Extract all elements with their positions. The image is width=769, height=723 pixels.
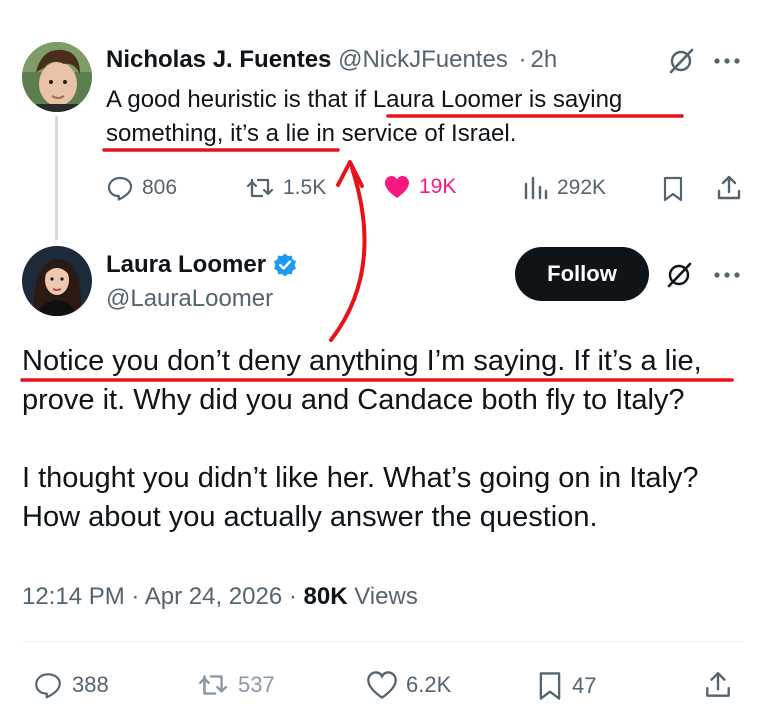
grok-icon-main[interactable]	[662, 258, 696, 292]
reply-handle[interactable]: @NickJFuentes	[338, 46, 508, 73]
main-like-count: 6.2K	[406, 672, 452, 697]
views-chart-icon	[524, 176, 548, 200]
follow-button[interactable]: Follow	[515, 247, 649, 301]
tweet-date[interactable]: Apr 24, 2026	[145, 583, 282, 610]
reply-action-views[interactable]: 292K	[523, 174, 606, 202]
repost-count: 1.5K	[283, 176, 327, 199]
reply-icon	[35, 673, 61, 699]
annotation-arrowhead	[336, 160, 364, 188]
main-action-bookmark[interactable]: 47	[536, 670, 596, 702]
share-icon	[717, 175, 741, 200]
meta-separator: ·	[131, 583, 140, 610]
reply-icon	[107, 176, 133, 201]
reply-action-repost[interactable]: 1.5K	[245, 174, 326, 202]
reply-tweet-header: Nicholas J. Fuentes @NickJFuentes · 2h	[106, 44, 557, 76]
verified-badge-icon	[274, 253, 297, 277]
heart-filled-icon	[385, 176, 409, 198]
main-repost-count: 537	[238, 672, 275, 697]
nick-fuentes-avatar[interactable]	[22, 42, 92, 112]
main-action-repost[interactable]: 537	[196, 670, 275, 700]
thread-connector-line	[55, 116, 58, 240]
main-display-name[interactable]: Laura Loomer	[106, 250, 266, 280]
reply-timestamp[interactable]: 2h	[531, 46, 558, 73]
main-action-like[interactable]: 6.2K	[366, 670, 451, 700]
repost-icon	[246, 178, 274, 198]
share-button[interactable]	[712, 172, 746, 204]
tweet-time[interactable]: 12:14 PM	[22, 583, 125, 610]
repost-icon	[198, 675, 228, 695]
main-bookmark-count: 47	[572, 673, 597, 698]
main-tweet-text: Notice you don’t deny anything I’m sayin…	[22, 342, 752, 537]
tweet-views-count: 80K	[303, 583, 348, 610]
annotation-arrow	[329, 166, 367, 342]
main-action-reply[interactable]: 388	[32, 670, 109, 700]
main-reply-count: 388	[72, 672, 109, 697]
tweet-views-label: Views	[354, 583, 418, 610]
laura-loomer-avatar[interactable]	[22, 246, 92, 316]
like-count: 19K	[419, 175, 457, 198]
meta-separator: ·	[288, 583, 297, 610]
grok-icon[interactable]	[664, 44, 698, 78]
bookmark-icon	[539, 672, 561, 700]
main-tweet-paragraph-2: I thought you didn’t like her. What’s go…	[22, 462, 699, 533]
reply-tweet-text: A good heuristic is that if Laura Loomer…	[106, 86, 623, 147]
share-icon	[706, 672, 730, 697]
main-share-button[interactable]	[700, 668, 736, 702]
reply-action-like[interactable]: 19K	[383, 174, 456, 200]
bookmark-button[interactable]	[658, 174, 688, 204]
divider	[22, 641, 744, 642]
views-count: 292K	[557, 176, 607, 199]
main-handle[interactable]: @LauraLoomer	[106, 284, 273, 314]
main-tweet-author: Laura Loomer	[106, 250, 298, 280]
reply-display-name[interactable]: Nicholas J. Fuentes	[106, 46, 331, 73]
bookmark-icon	[663, 176, 683, 202]
reply-action-reply[interactable]: 806	[106, 174, 177, 202]
reply-count: 806	[142, 176, 178, 199]
main-tweet-paragraph-1: Notice you don’t deny anything I’m sayin…	[22, 345, 702, 416]
more-options-icon-main[interactable]	[708, 258, 746, 292]
header-separator: ·	[518, 46, 527, 73]
heart-icon	[367, 671, 397, 699]
more-options-icon[interactable]	[708, 44, 746, 78]
tweet-meta: 12:14 PM · Apr 24, 2026 · 80K Views	[22, 580, 418, 614]
